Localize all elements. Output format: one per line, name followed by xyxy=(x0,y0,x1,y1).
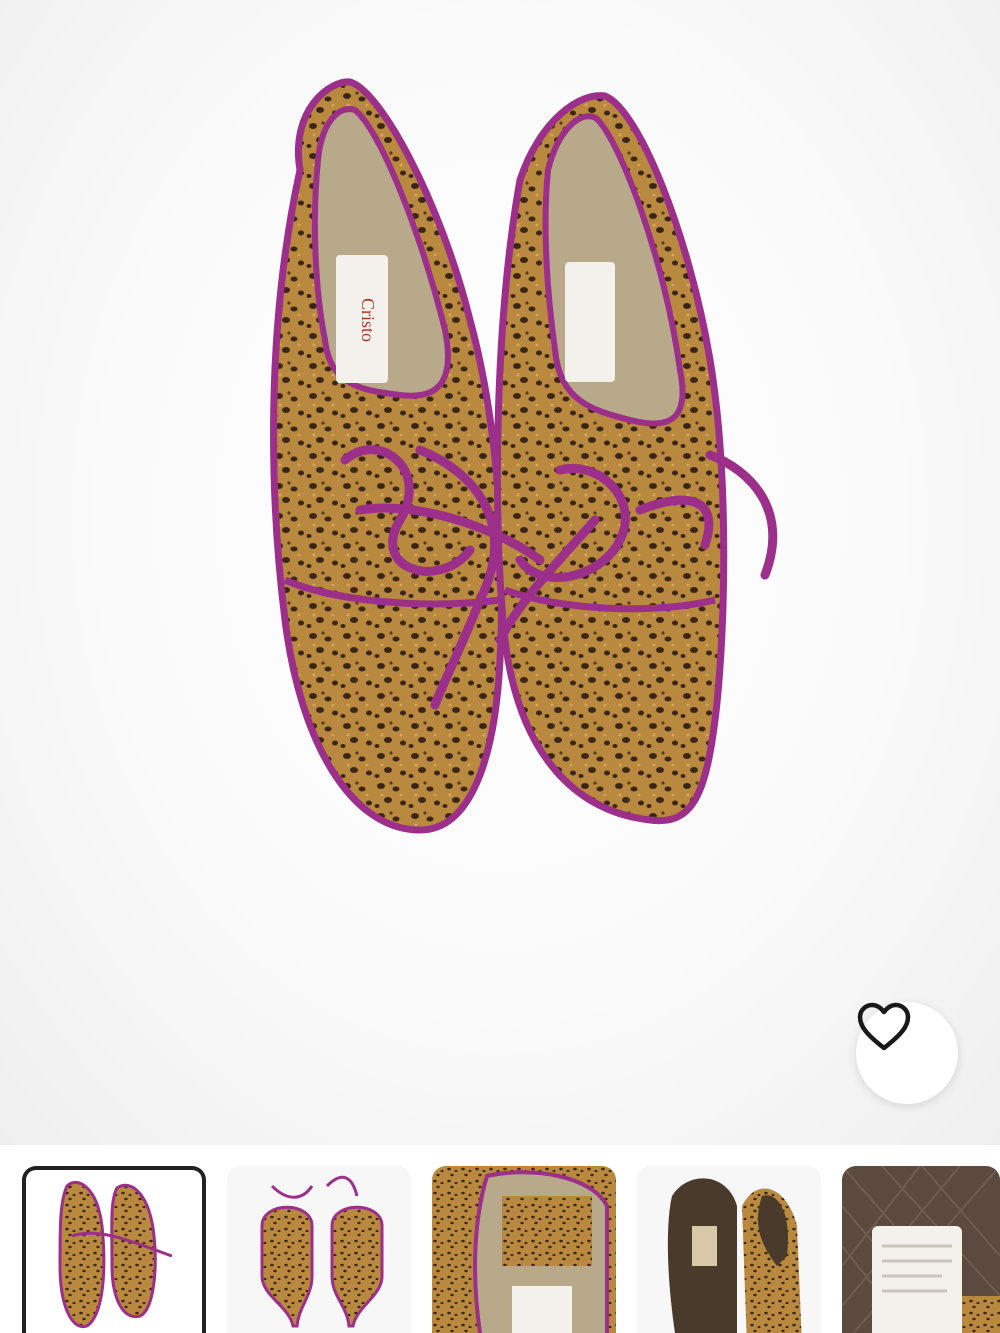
insole-brand-text: Cristo xyxy=(358,298,378,342)
thumbnail-3[interactable] xyxy=(432,1166,616,1333)
shoe-soles-thumbnail xyxy=(637,1166,821,1333)
favorite-button[interactable] xyxy=(856,1002,958,1104)
heart-outline-icon xyxy=(857,1002,911,1051)
leopard-shoes-illustration: Cristo xyxy=(270,78,778,834)
shoe-insole-closeup-thumbnail xyxy=(432,1166,616,1333)
label-tag-thumbnail xyxy=(842,1166,1000,1333)
product-image-gallery: Cristo xyxy=(0,0,1000,1333)
thumbnail-1[interactable] xyxy=(22,1166,206,1333)
thumbnail-4[interactable] xyxy=(637,1166,821,1333)
thumbnail-2[interactable] xyxy=(227,1166,411,1333)
right-shoe xyxy=(493,92,728,825)
shoes-back-view-thumbnail xyxy=(227,1166,411,1333)
thumbnail-5[interactable] xyxy=(842,1166,1000,1333)
main-product-image[interactable]: Cristo xyxy=(0,0,1000,1145)
thumbnail-strip[interactable] xyxy=(0,1145,1000,1333)
shoes-top-view-thumbnail xyxy=(58,1180,173,1329)
